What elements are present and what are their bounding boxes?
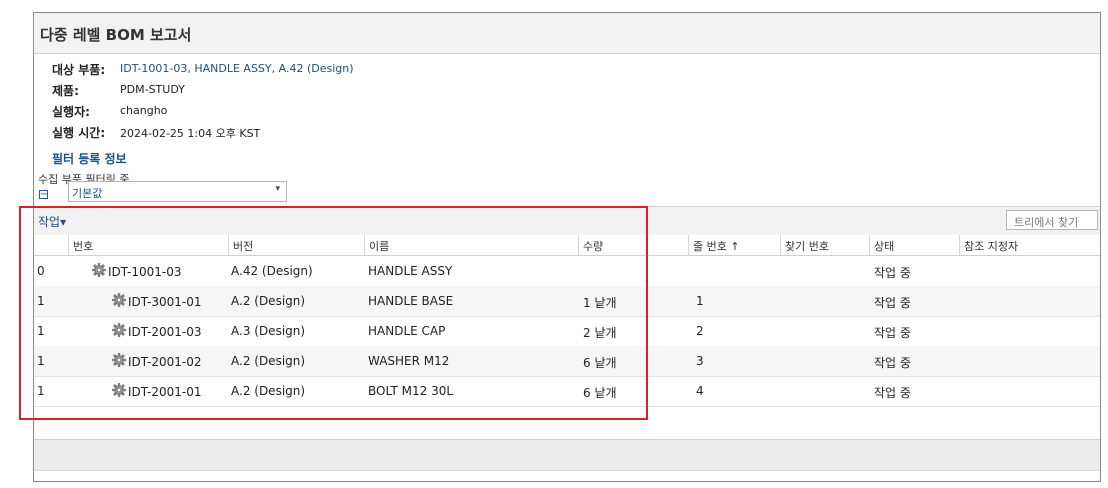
- col-number[interactable]: 번호: [68, 235, 228, 255]
- part-number-cell[interactable]: IDT-2001-01: [112, 381, 201, 399]
- quantity-cell: 6 낱개: [583, 356, 617, 370]
- level-cell: 1: [37, 324, 45, 338]
- version-cell: A.2 (Design): [231, 294, 306, 308]
- name-cell: HANDLE CAP: [368, 324, 446, 338]
- view-select-value: 기본값: [72, 187, 103, 200]
- name-cell: BOLT M12 30L: [368, 384, 454, 398]
- product-value: PDM-STUDY: [120, 83, 185, 96]
- target-part-row: 대상 부품: IDT-1001-03, HANDLE ASSY, A.42 (D…: [52, 61, 354, 78]
- col-level: [34, 235, 68, 255]
- exec-time-row: 실행 시간: 2024-02-25 1:04 오후 KST: [52, 124, 260, 141]
- col-name[interactable]: 이름: [364, 235, 578, 255]
- page-title: 다중 레벨 BOM 보고서: [40, 26, 192, 44]
- table-row[interactable]: 1 IDT-3001-01 A.2 (Design) HANDLE BASE 1 낱개 1…: [34, 286, 1100, 317]
- part-number-link[interactable]: IDT-2001-01: [128, 385, 201, 399]
- line-number-cell: 1: [696, 294, 704, 308]
- quantity-cell: 2 낱개: [583, 326, 617, 340]
- col-quantity[interactable]: 수량: [578, 235, 688, 255]
- col-version[interactable]: 버전: [228, 235, 364, 255]
- state-cell: 작업 중: [874, 326, 911, 340]
- part-gear-icon: [112, 383, 126, 397]
- table-footer: [34, 439, 1100, 471]
- view-select[interactable]: 기본값 ▾: [68, 181, 287, 202]
- level-cell: 0: [37, 264, 45, 278]
- part-number-link[interactable]: IDT-2001-03: [128, 325, 201, 339]
- part-number-link[interactable]: IDT-2001-02: [128, 355, 201, 369]
- level-cell: 1: [37, 294, 45, 308]
- level-cell: 1: [37, 354, 45, 368]
- line-number-cell: 4: [696, 384, 704, 398]
- state-cell: 작업 중: [874, 386, 911, 400]
- table-toolbar: 작업▾ 트리에서 찾기: [34, 206, 1100, 236]
- version-cell: A.42 (Design): [231, 264, 313, 278]
- col-line-number[interactable]: 줄 번호 ↑: [688, 235, 780, 255]
- table-row[interactable]: 1 IDT-2001-03 A.3 (Design) HANDLE CAP 2 낱개 2 작…: [34, 316, 1100, 347]
- version-cell: A.2 (Design): [231, 384, 306, 398]
- name-cell: WASHER M12: [368, 354, 450, 368]
- col-find-number[interactable]: 찾기 번호: [780, 235, 869, 255]
- line-number-cell: 3: [696, 354, 704, 368]
- table-header: 번호 버전 이름 수량 줄 번호 ↑ 찾기 번호 상태 참조 지정자: [34, 235, 1100, 256]
- part-number-cell[interactable]: IDT-1001-03: [92, 261, 181, 279]
- col-state[interactable]: 상태: [869, 235, 959, 255]
- part-number-cell[interactable]: IDT-2001-02: [112, 351, 201, 369]
- part-number-cell[interactable]: IDT-3001-01: [112, 291, 201, 309]
- exec-time-label: 실행 시간:: [52, 126, 106, 140]
- target-part-link[interactable]: IDT-1001-03, HANDLE ASSY, A.42 (Design): [120, 62, 354, 75]
- executor-value: changho: [120, 104, 168, 117]
- exec-time-value: 2024-02-25 1:04 오후 KST: [120, 127, 261, 140]
- line-number-cell: 2: [696, 324, 704, 338]
- quantity-cell: 1 낱개: [583, 296, 617, 310]
- state-cell: 작업 중: [874, 356, 911, 370]
- part-gear-icon: [112, 293, 126, 307]
- part-gear-icon: [92, 263, 106, 277]
- product-label: 제품:: [52, 84, 79, 98]
- product-row: 제품: PDM-STUDY: [52, 82, 185, 99]
- filter-properties-link[interactable]: 필터 등록 정보: [52, 150, 127, 167]
- table-row[interactable]: 1 IDT-2001-02 A.2 (Design) WASHER M12 6 낱개 3 작…: [34, 346, 1100, 377]
- state-cell: 작업 중: [874, 266, 911, 280]
- title-bar: 다중 레벨 BOM 보고서: [34, 13, 1100, 54]
- part-number-link[interactable]: IDT-1001-03: [108, 265, 181, 279]
- executor-label: 실행자:: [52, 105, 90, 119]
- name-cell: HANDLE BASE: [368, 294, 454, 308]
- name-cell: HANDLE ASSY: [368, 264, 453, 278]
- version-cell: A.2 (Design): [231, 354, 306, 368]
- col-ref-designator[interactable]: 참조 지정자: [959, 235, 1100, 255]
- chevron-down-icon: ▾: [275, 184, 280, 194]
- actions-menu-button[interactable]: 작업▾: [38, 213, 66, 230]
- collapse-icon[interactable]: −: [39, 190, 48, 200]
- quantity-cell: 6 낱개: [583, 386, 617, 400]
- find-in-tree-input[interactable]: 트리에서 찾기: [1006, 210, 1098, 230]
- bom-report-window: 다중 레벨 BOM 보고서 대상 부품: IDT-1001-03, HANDLE…: [33, 12, 1101, 482]
- table-row[interactable]: 0 IDT-1001-03 A.42 (Design) HANDLE ASSY 작업 중: [34, 256, 1100, 287]
- level-cell: 1: [37, 384, 45, 398]
- part-number-cell[interactable]: IDT-2001-03: [112, 321, 201, 339]
- version-cell: A.3 (Design): [231, 324, 306, 338]
- table-row[interactable]: 1 IDT-2001-01 A.2 (Design) BOLT M12 30L 6 낱개…: [34, 376, 1100, 407]
- part-gear-icon: [112, 323, 126, 337]
- executor-row: 실행자: changho: [52, 103, 167, 120]
- part-number-link[interactable]: IDT-3001-01: [128, 295, 201, 309]
- target-part-label: 대상 부품:: [52, 63, 106, 77]
- state-cell: 작업 중: [874, 296, 911, 310]
- part-gear-icon: [112, 353, 126, 367]
